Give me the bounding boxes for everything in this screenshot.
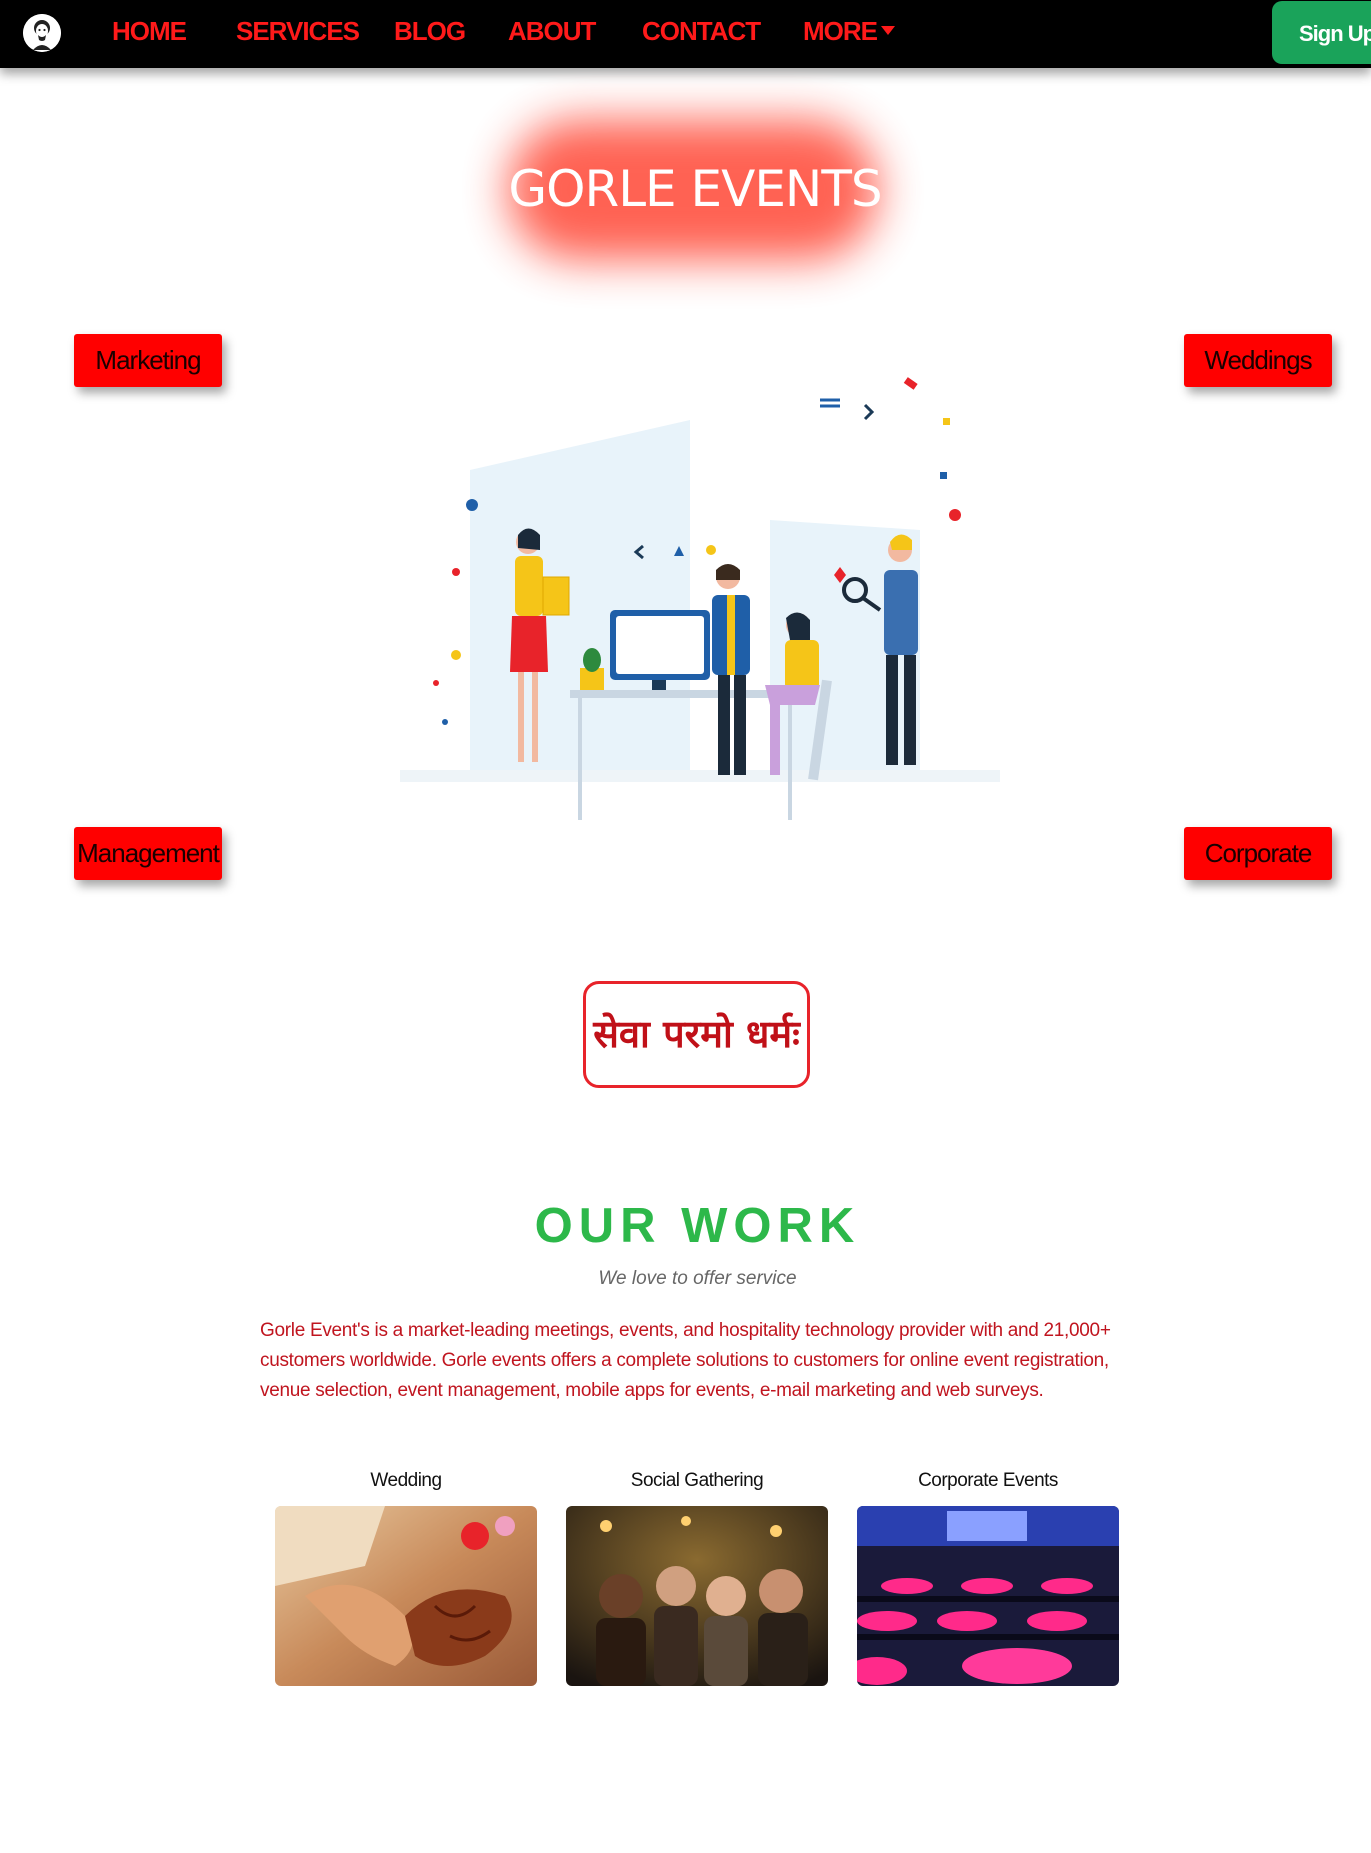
team-office-illustration [400,370,1000,830]
our-work-description: Gorle Event's is a market-leading meetin… [260,1320,1111,1401]
caret-down-icon [881,25,895,35]
motto-badge: सेवा परमो धर्मः [583,981,810,1088]
nav-about-link[interactable]: ABOUT [508,16,596,47]
social-gathering-card-label: Social Gathering [630,1470,764,1491]
hero-title: GORLE EVENTS [508,160,882,218]
logo-avatar-icon[interactable] [23,14,61,52]
wedding-card-image[interactable] [275,1506,537,1686]
nav-more-label: MORE [803,16,878,46]
corporate-button[interactable]: Corporate [1184,827,1332,880]
nav-home-link[interactable]: HOME [112,16,187,47]
social-gathering-card-image[interactable] [566,1506,828,1686]
our-work-subtitle: We love to offer service [598,1268,797,1289]
wedding-card-label: Wedding [370,1470,442,1491]
our-work-title: OUR WORK [534,1199,861,1253]
corporate-events-card-label: Corporate Events [918,1470,1058,1491]
nav-blog-link[interactable]: BLOG [394,16,466,47]
marketing-button[interactable]: Marketing [74,334,222,387]
signup-button[interactable]: Sign Up [1272,1,1371,64]
weddings-button[interactable]: Weddings [1184,334,1332,387]
top-navbar: HOME SERVICES BLOG ABOUT CONTACT MORE Si… [0,0,1371,68]
corporate-events-card-image[interactable] [857,1506,1119,1686]
management-button[interactable]: Management [74,827,222,880]
nav-contact-link[interactable]: CONTACT [642,16,761,47]
nav-services-link[interactable]: SERVICES [236,16,360,47]
nav-more-dropdown[interactable]: MORE [803,16,895,47]
